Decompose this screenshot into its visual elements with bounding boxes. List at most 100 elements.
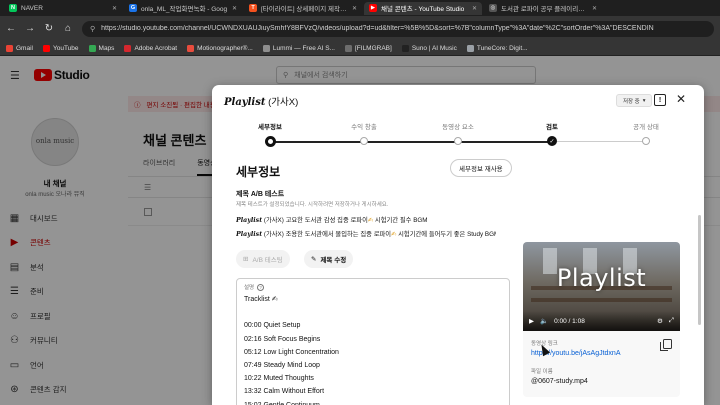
video-preview-card: Playlist ▶ 🔈 0:00 / 1:08 ⚙ ⤢ 동영상 링크 http… — [523, 242, 680, 397]
close-icon[interactable]: ✕ — [676, 92, 686, 106]
browser-tab[interactable]: N NAVER ✕ — [4, 2, 122, 15]
ab-testing-button[interactable]: ⊞ A/B 테스팅 — [236, 250, 290, 268]
variant-italic: Playlist — [236, 231, 263, 238]
bookmark-label: Motionographer®... — [197, 44, 253, 52]
step-label: 동영상 요소 — [442, 124, 474, 131]
description-line: 15:02 Gentle Continuum — [244, 401, 320, 405]
bookmark-item[interactable]: Suno | AI Music — [401, 44, 457, 52]
bookmark-icon — [262, 44, 270, 52]
variant-text: (가사X) 고요한 도서관 감성 집중 로파이 — [262, 217, 368, 224]
browser-tab[interactable]: ▶ 채널 콘텐츠 - YouTube Studio ✕ — [364, 1, 482, 15]
step-dot — [264, 135, 276, 147]
back-icon[interactable]: ← — [6, 23, 16, 34]
save-status-chip[interactable]: 저장 중 ▾ — [616, 94, 653, 107]
site-info-icon[interactable]: ⚲ — [90, 25, 95, 33]
browser-tab-label: 채널 콘텐츠 - YouTube Studio — [381, 6, 465, 13]
bookmark-item[interactable]: Gmail — [6, 44, 33, 52]
description-text[interactable]: Tracklist ✍ 00:00 Quiet Setup 02:16 Soft F… — [244, 293, 502, 405]
edit-title-button[interactable]: ✎ 제목 수정 — [304, 250, 354, 268]
browser-tab-label: [타이라이트] 상세페이지 제작 콘텐 — [261, 6, 348, 13]
step-dot — [360, 137, 368, 145]
step-item[interactable]: 동영상 요소 — [423, 121, 493, 145]
step-item[interactable]: 공개 상태 — [611, 121, 681, 145]
bookmark-label: Adobe Acrobat — [134, 44, 178, 52]
video-link[interactable]: https://youtu.be/jAsAgJtdxnA — [531, 350, 676, 357]
description-field[interactable]: 설명 ? Tracklist ✍ 00:00 Quiet Setup 02:16 S… — [236, 278, 510, 405]
video-details-dialog: Playlist (가사X) 저장 중 ▾ ! ✕ 세부정보 수익 창출 동영상 요… — [212, 85, 704, 405]
close-tab-icon[interactable]: ✕ — [472, 5, 477, 12]
video-link-label: 동영상 링크 — [531, 341, 558, 347]
close-tab-icon[interactable]: ✕ — [232, 5, 237, 12]
ab-test-icon: ⊞ — [243, 256, 249, 263]
bookmark-item[interactable]: Adobe Acrobat — [124, 44, 178, 52]
tab-favicon-icon: G — [129, 4, 137, 12]
bookmark-item[interactable]: Maps — [88, 44, 115, 52]
description-label: 설명 ? — [244, 283, 265, 291]
player-controls: ▶ 🔈 0:00 / 1:08 ⚙ ⤢ — [523, 311, 680, 331]
description-line: 02:16 Soft Focus Begins — [244, 335, 321, 343]
browser-tab[interactable]: T [타이라이트] 상세페이지 제작 콘텐 ✕ — [244, 2, 362, 15]
step-label: 수익 창출 — [351, 124, 377, 131]
bookmark-label: [FILMGRAB] — [354, 44, 392, 52]
play-icon[interactable]: ▶ — [529, 317, 534, 325]
step-item[interactable]: 검토 ✓ — [517, 121, 587, 146]
file-name-label: 파일 이름 — [531, 369, 553, 375]
bookmark-icon — [187, 44, 195, 52]
edit-title-button-label: 제목 수정 — [320, 257, 347, 264]
reuse-details-button[interactable]: 세부정보 재사용 — [450, 159, 512, 177]
browser-tab[interactable]: Gonla_ML_작업화면녹화 - Goog ✕ — [124, 2, 242, 15]
browser-tab[interactable]: ◎ 도서관 로파이 공부 플레이리스트 ✕ — [484, 2, 602, 15]
description-line: 10:22 Muted Thoughts — [244, 375, 314, 383]
settings-gear-icon[interactable]: ⚙ — [657, 317, 663, 325]
step-item[interactable]: 수익 창출 — [329, 121, 399, 145]
description-label-text: 설명 — [244, 285, 255, 291]
copy-icon[interactable] — [660, 339, 672, 351]
bookmark-label: Gmail — [16, 44, 33, 52]
bookmark-label: Maps — [98, 44, 115, 52]
bookmark-icon — [466, 44, 474, 52]
bookmark-icon — [124, 44, 132, 52]
video-thumbnail[interactable]: Playlist ▶ 🔈 0:00 / 1:08 ⚙ ⤢ — [523, 242, 680, 331]
step-item[interactable]: 세부정보 — [235, 121, 305, 147]
reload-icon[interactable]: ↻ — [44, 23, 54, 34]
tab-favicon-icon: N — [9, 4, 17, 12]
feedback-icon[interactable]: ! — [654, 94, 666, 106]
step-label: 공개 상태 — [633, 124, 659, 131]
close-tab-icon[interactable]: ✕ — [592, 5, 597, 12]
help-icon[interactable]: ? — [257, 283, 265, 291]
dialog-title-main: Playlist — [224, 97, 266, 108]
description-line: 05:12 Low Light Concentration — [244, 348, 339, 356]
thumbnail-title: Playlist — [556, 264, 647, 292]
browser-tab-label: NAVER — [21, 4, 43, 12]
bookmark-icon — [401, 44, 409, 52]
bookmark-item[interactable]: Motionographer®... — [187, 44, 253, 52]
bookmark-item[interactable]: [FILMGRAB] — [344, 44, 392, 52]
bookmark-item[interactable]: TuneCore: Digit... — [466, 44, 528, 52]
player-time: 0:00 / 1:08 — [554, 317, 585, 325]
fullscreen-icon[interactable]: ⤢ — [669, 317, 674, 325]
step-label: 세부정보 — [258, 124, 282, 131]
bookmark-item[interactable]: YouTube — [42, 44, 79, 52]
forward-icon[interactable]: → — [25, 23, 35, 34]
variant-tail: 시험기간에 들어두기 좋은 Study BGM — [396, 231, 496, 238]
browser-toolbar: ← → ↻ ⌂ ⚲ https://studio.youtube.com/cha… — [0, 16, 720, 41]
bookmark-label: Lummi — Free AI S... — [272, 44, 335, 52]
volume-icon[interactable]: 🔈 — [540, 317, 548, 325]
close-tab-icon[interactable]: ✕ — [352, 5, 357, 12]
thumbnail-shelf — [531, 298, 672, 302]
save-status-text: 저장 중 — [623, 98, 640, 105]
ab-testing-button-label: A/B 테스팅 — [252, 257, 283, 264]
variant-tail: 시험기간 필수 BGM — [373, 217, 428, 224]
ab-title-variant: Playlist (가사X) 조용한 도서관에서 몰입하는 집중 로파이✍ 시험… — [236, 229, 496, 238]
bookmark-item[interactable]: Lummi — Free AI S... — [262, 44, 335, 52]
home-icon[interactable]: ⌂ — [63, 23, 73, 34]
description-line: Tracklist ✍ — [244, 296, 278, 303]
studio-page: ☰ Studio ⚲ 채널에서 검색하기 ⓘ 편지 소진됨 · 편집한 내용이 … — [0, 56, 720, 405]
dialog-scrollbar[interactable] — [698, 215, 701, 325]
ab-title-variant: Playlist (가사X) 고요한 도서관 감성 집중 로파이✍ 시험기간 필… — [236, 215, 496, 224]
bookmark-icon — [42, 44, 50, 52]
close-tab-icon[interactable]: ✕ — [112, 5, 117, 12]
tab-favicon-icon: T — [249, 4, 257, 12]
address-bar[interactable]: ⚲ https://studio.youtube.com/channel/UCW… — [82, 20, 714, 37]
step-label: 검토 — [546, 124, 558, 131]
